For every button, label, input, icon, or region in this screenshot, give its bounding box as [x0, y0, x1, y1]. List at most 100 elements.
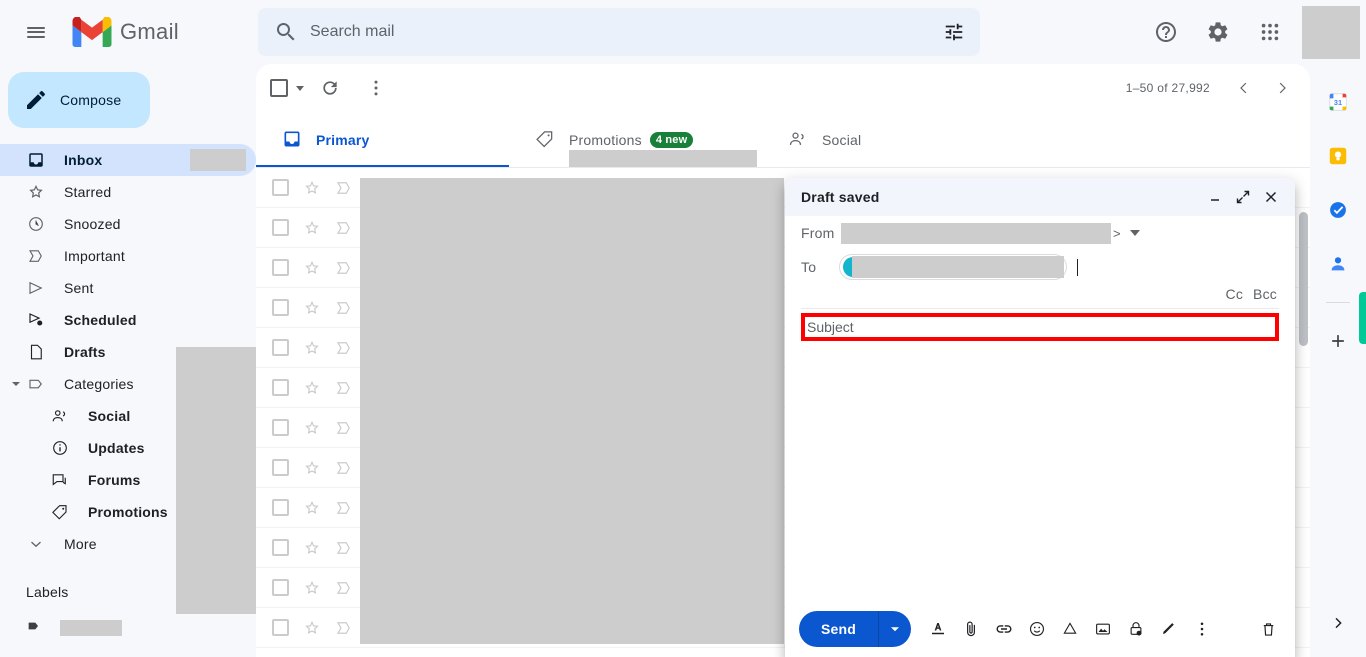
row-star-button[interactable] [302, 618, 322, 638]
tab-primary[interactable]: Primary [256, 112, 509, 168]
hamburger-menu-icon[interactable] [12, 8, 60, 56]
from-dropdown-button[interactable] [1129, 230, 1140, 236]
sidebar-item-important[interactable]: Important [0, 240, 256, 272]
row-important-button[interactable] [334, 458, 354, 478]
compose-fullscreen-button[interactable] [1229, 183, 1257, 211]
confidential-mode-button[interactable] [1121, 614, 1151, 644]
sidebar-item-scheduled[interactable]: Scheduled [0, 304, 256, 336]
checkbox-icon[interactable] [270, 79, 288, 97]
row-important-button[interactable] [334, 338, 354, 358]
row-star-button[interactable] [302, 338, 322, 358]
row-checkbox[interactable] [270, 258, 290, 278]
search-bar[interactable] [258, 8, 980, 56]
sidebar-item-categories[interactable]: Categories [0, 368, 256, 400]
compose-body[interactable] [785, 341, 1295, 601]
side-panel-expand-button[interactable] [1324, 609, 1352, 637]
insert-photo-button[interactable] [1088, 614, 1118, 644]
sidebar-item-forums[interactable]: Forums [0, 464, 256, 496]
row-checkbox[interactable] [270, 458, 290, 478]
search-filter-button[interactable] [934, 12, 974, 52]
help-button[interactable] [1142, 8, 1190, 56]
sidebar-item-inbox[interactable]: Inbox [0, 144, 256, 176]
row-important-button[interactable] [334, 618, 354, 638]
more-options-button[interactable] [1187, 614, 1217, 644]
sidebar-item-more[interactable]: More [0, 528, 256, 560]
sidebar-item-promotions[interactable]: Promotions [0, 496, 256, 528]
chevron-down-icon[interactable] [296, 85, 304, 91]
mail-list-scrollbar[interactable] [1299, 212, 1308, 346]
row-checkbox[interactable] [270, 338, 290, 358]
refresh-button[interactable] [310, 68, 350, 108]
sidebar-item-social[interactable]: Social [0, 400, 256, 432]
tab-promotions[interactable]: Promotions 4 new [509, 112, 762, 178]
row-important-button[interactable] [334, 258, 354, 278]
send-button[interactable]: Send [799, 611, 880, 647]
row-checkbox[interactable] [270, 618, 290, 638]
row-checkbox[interactable] [270, 418, 290, 438]
compose-header[interactable]: Draft saved [785, 178, 1295, 216]
attach-file-button[interactable] [956, 614, 986, 644]
sidebar-label-item[interactable] [0, 612, 256, 644]
row-important-button[interactable] [334, 498, 354, 518]
bcc-button[interactable]: Bcc [1253, 286, 1277, 302]
subject-input[interactable] [805, 319, 1275, 335]
row-important-button[interactable] [334, 178, 354, 198]
row-star-button[interactable] [302, 298, 322, 318]
row-checkbox[interactable] [270, 538, 290, 558]
recipient-chip[interactable] [839, 254, 1067, 280]
row-star-button[interactable] [302, 578, 322, 598]
sidebar-item-starred[interactable]: Starred [0, 176, 256, 208]
search-input[interactable] [310, 23, 934, 41]
google-calendar-button[interactable]: 31 [1320, 84, 1356, 120]
insert-link-button[interactable] [989, 614, 1019, 644]
sidebar-item-drafts[interactable]: Drafts [0, 336, 256, 368]
sidebar-item-sent[interactable]: Sent [0, 272, 256, 304]
google-tasks-button[interactable] [1320, 192, 1356, 228]
row-star-button[interactable] [302, 498, 322, 518]
tab-social[interactable]: Social [762, 112, 1015, 168]
send-options-button[interactable] [879, 611, 911, 647]
google-keep-button[interactable] [1320, 138, 1356, 174]
cc-button[interactable]: Cc [1226, 286, 1244, 302]
google-contacts-button[interactable] [1320, 246, 1356, 282]
row-star-button[interactable] [302, 458, 322, 478]
row-checkbox[interactable] [270, 178, 290, 198]
compose-close-button[interactable] [1257, 183, 1285, 211]
discard-draft-button[interactable] [1253, 614, 1283, 644]
row-checkbox[interactable] [270, 218, 290, 238]
send-control[interactable]: Send [799, 611, 912, 647]
sidebar-item-snoozed[interactable]: Snoozed [0, 208, 256, 240]
avatar[interactable] [1302, 5, 1360, 59]
gmail-logo[interactable]: Gmail [72, 17, 179, 47]
insert-emoji-button[interactable] [1022, 614, 1052, 644]
row-star-button[interactable] [302, 178, 322, 198]
sidebar-item-updates[interactable]: Updates [0, 432, 256, 464]
add-app-button[interactable] [1320, 323, 1356, 359]
row-important-button[interactable] [334, 378, 354, 398]
row-checkbox[interactable] [270, 498, 290, 518]
compose-button[interactable]: Compose [8, 72, 150, 128]
row-important-button[interactable] [334, 298, 354, 318]
row-important-button[interactable] [334, 418, 354, 438]
row-star-button[interactable] [302, 418, 322, 438]
more-actions-button[interactable] [356, 68, 396, 108]
row-checkbox[interactable] [270, 578, 290, 598]
row-important-button[interactable] [334, 538, 354, 558]
create-label-button[interactable] [206, 577, 236, 607]
row-checkbox[interactable] [270, 378, 290, 398]
to-row[interactable]: To [801, 250, 1279, 284]
insert-drive-file-button[interactable] [1055, 614, 1085, 644]
row-checkbox[interactable] [270, 298, 290, 318]
row-star-button[interactable] [302, 258, 322, 278]
row-star-button[interactable] [302, 538, 322, 558]
insert-signature-button[interactable] [1154, 614, 1184, 644]
settings-button[interactable] [1194, 8, 1242, 56]
formatting-options-button[interactable] [923, 614, 953, 644]
row-important-button[interactable] [334, 218, 354, 238]
previous-page-button[interactable] [1226, 70, 1262, 106]
row-star-button[interactable] [302, 218, 322, 238]
row-star-button[interactable] [302, 378, 322, 398]
google-apps-button[interactable] [1246, 8, 1294, 56]
next-page-button[interactable] [1264, 70, 1300, 106]
select-all-control[interactable] [270, 79, 304, 97]
